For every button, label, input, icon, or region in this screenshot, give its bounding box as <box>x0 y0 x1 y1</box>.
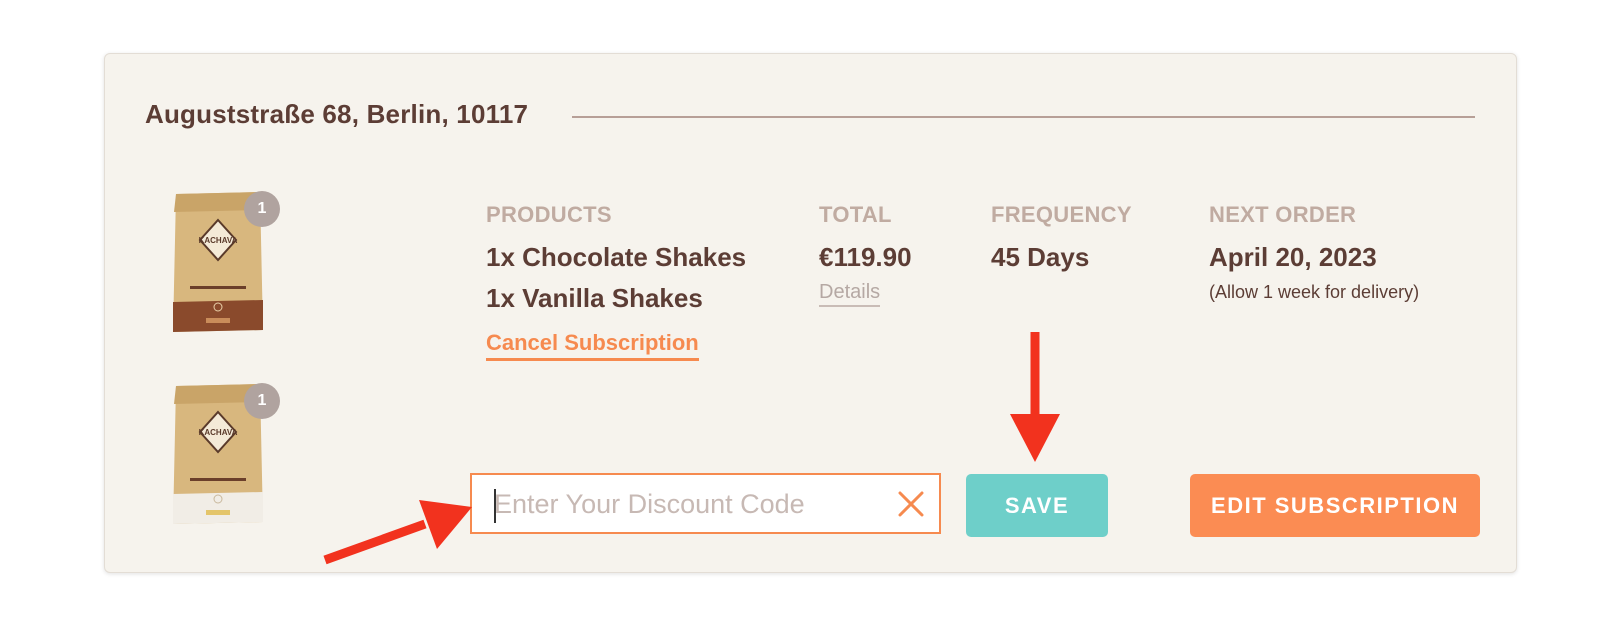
text-cursor <box>494 489 496 523</box>
close-icon[interactable] <box>896 489 926 519</box>
save-button[interactable]: SAVE <box>966 474 1108 537</box>
shipping-address: Auguststraße 68, Berlin, 10117 <box>145 99 529 129</box>
header-divider <box>572 116 1475 118</box>
products-header: PRODUCTS <box>486 202 612 227</box>
svg-text:KACHAVA: KACHAVA <box>199 428 238 437</box>
quantity-badge: 1 <box>244 191 280 227</box>
subscription-card: Auguststraße 68, Berlin, 10117 KACHAVA 1… <box>104 53 1517 573</box>
frequency-value: 45 Days <box>991 242 1090 272</box>
delivery-note: (Allow 1 week for delivery) <box>1209 282 1420 302</box>
product-item: 1x Vanilla Shakes <box>486 283 703 313</box>
discount-code-field[interactable] <box>470 473 941 534</box>
total-value: €119.90 <box>819 242 912 272</box>
cancel-subscription-link[interactable]: Cancel Subscription <box>486 330 699 361</box>
total-header: TOTAL <box>819 202 892 227</box>
product-item: 1x Chocolate Shakes <box>486 242 747 272</box>
next-order-header: NEXT ORDER <box>1209 202 1357 227</box>
details-link[interactable]: Details <box>819 281 881 307</box>
edit-subscription-button[interactable]: EDIT SUBSCRIPTION <box>1190 474 1480 537</box>
frequency-header: FREQUENCY <box>991 202 1132 227</box>
quantity-badge: 1 <box>244 383 280 419</box>
discount-code-input[interactable] <box>494 483 884 525</box>
svg-text:KACHAVA: KACHAVA <box>199 236 238 245</box>
next-order-date: April 20, 2023 <box>1209 242 1377 272</box>
